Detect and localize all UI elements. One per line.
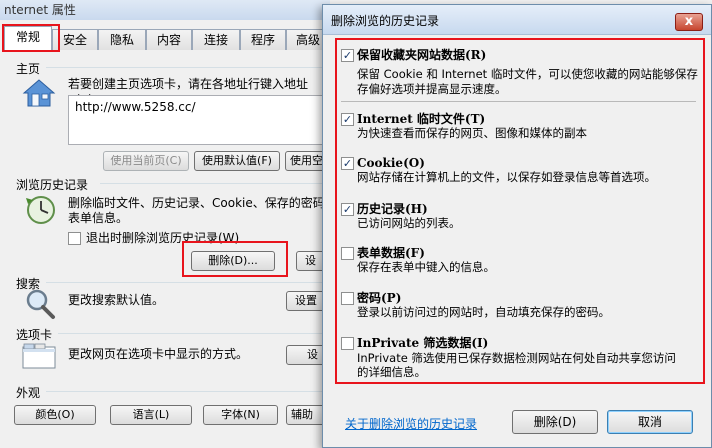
history-delete-button[interactable]: 删除(D)... — [191, 251, 275, 271]
history-desc-line2: 表单信息。 — [68, 211, 129, 225]
tabs-desc: 更改网页在选项卡中显示的方式。 — [68, 347, 249, 361]
homepage-url-input[interactable]: http://www.5258.cc/ — [68, 95, 330, 145]
inprivate-title: InPrivate 筛选数据(I) — [357, 336, 489, 350]
form-data-checkbox[interactable] — [341, 247, 354, 260]
cookies-checkbox[interactable]: ✓ — [341, 157, 354, 170]
tab-security[interactable]: 安全 — [52, 29, 98, 50]
options-divider — [341, 101, 696, 102]
keep-favorites-desc-1: 保留 Cookie 和 Internet 临时文件，可以使您收藏的网站能够保存 — [357, 67, 698, 81]
about-delete-history-link[interactable]: 关于删除浏览的历史记录 — [345, 415, 477, 432]
keep-favorites-title: 保留收藏夹网站数据(R) — [357, 48, 487, 62]
tab-strip: 常规 安全 隐私 内容 连接 程序 高级 — [2, 26, 330, 51]
homepage-label: 主页 — [16, 62, 41, 76]
tab-connections[interactable]: 连接 — [192, 29, 240, 50]
temp-files-checkbox[interactable]: ✓ — [341, 113, 354, 126]
form-data-desc: 保存在表单中键入的信息。 — [357, 260, 495, 274]
tab-general[interactable]: 常规 — [4, 26, 52, 51]
cookies-desc: 网站存储在计算机上的文件，以保存如登录信息等首选项。 — [357, 170, 656, 184]
dialog-cancel-button[interactable]: 取消 — [607, 410, 693, 434]
tabs-label: 选项卡 — [16, 328, 53, 342]
tabs-icon — [22, 343, 56, 369]
dialog-title: 删除浏览的历史记录 — [331, 14, 440, 28]
keep-favorites-desc-2: 存偏好选项并提高显示速度。 — [357, 82, 507, 96]
history-clock-icon — [26, 196, 55, 224]
history-desc: 已访问网站的列表。 — [357, 216, 461, 230]
passwords-title: 密码(P) — [357, 291, 402, 305]
form-data-title: 表单数据(F) — [357, 246, 425, 260]
close-icon[interactable]: x — [675, 13, 703, 31]
exit-delete-checkbox[interactable] — [68, 232, 81, 245]
history-checkbox[interactable]: ✓ — [341, 203, 354, 216]
window-title: nternet 属性 — [0, 0, 330, 20]
internet-options-window: nternet 属性 常规 安全 隐私 内容 连接 程序 高级 主页 若要创建主… — [0, 0, 336, 448]
use-default-button[interactable]: 使用默认值(F) — [194, 151, 280, 171]
history-label: 浏览历史记录 — [16, 178, 89, 192]
inprivate-desc-1: InPrivate 筛选使用已保存数据检测网站在何处自动共享您访问 — [357, 351, 676, 365]
dialog-delete-button[interactable]: 删除(D) — [512, 410, 598, 434]
passwords-desc: 登录以前访问过的网站时，自动填充保存的密码。 — [357, 305, 610, 319]
fonts-button[interactable]: 字体(N) — [203, 405, 278, 425]
inprivate-desc-2: 的详细信息。 — [357, 365, 426, 379]
passwords-checkbox[interactable] — [341, 292, 354, 305]
house-icon — [22, 79, 56, 107]
appearance-label: 外观 — [16, 386, 41, 400]
use-current-button[interactable]: 使用当前页(C) — [103, 151, 189, 171]
colors-button[interactable]: 颜色(O) — [14, 405, 96, 425]
search-icon — [26, 289, 55, 319]
history-desc-line1: 删除临时文件、历史记录、Cookie、保存的密码 — [68, 196, 325, 210]
delete-history-dialog: 删除浏览的历史记录 x ✓ 保留收藏夹网站数据(R) 保留 Cookie 和 I… — [322, 4, 712, 448]
tab-programs[interactable]: 程序 — [240, 29, 286, 50]
temp-files-title: Internet 临时文件(T) — [357, 112, 486, 126]
dialog-titlebar: 删除浏览的历史记录 x — [323, 5, 711, 35]
search-desc: 更改搜索默认值。 — [68, 293, 165, 307]
tab-content[interactable]: 内容 — [146, 29, 192, 50]
cookies-title: Cookie(O) — [357, 156, 425, 170]
exit-delete-label: 退出时删除浏览历史记录(W) — [86, 231, 240, 245]
keep-favorites-checkbox[interactable]: ✓ — [341, 49, 354, 62]
history-title: 历史记录(H) — [357, 202, 428, 216]
inprivate-checkbox[interactable] — [341, 337, 354, 350]
language-button[interactable]: 语言(L) — [110, 405, 192, 425]
tab-privacy[interactable]: 隐私 — [98, 29, 146, 50]
temp-files-desc: 为快速查看而保存的网页、图像和媒体的副本 — [357, 126, 587, 140]
